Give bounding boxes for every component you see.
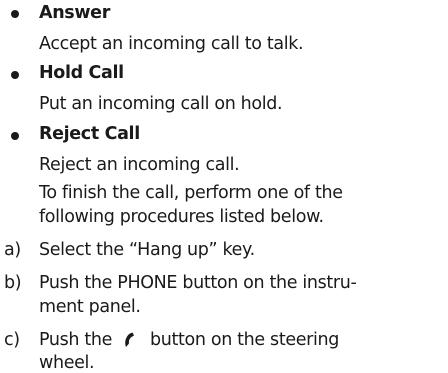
finish-text-line-1: To finish the call, perform one of the xyxy=(39,183,343,203)
finish-text-line-2: following procedures listed below. xyxy=(39,207,324,227)
item-desc-reject-call: Reject an incoming call. xyxy=(39,155,240,175)
item-title-reject-call: Reject Call xyxy=(39,124,140,144)
bullet-dot xyxy=(11,10,19,18)
step-text-b-line-1: Push the PHONE button on the instru- xyxy=(39,273,357,293)
step-text-c-line-1: Push the button on the steering xyxy=(39,330,339,350)
step-marker-b: b) xyxy=(4,273,22,293)
step-marker-c: c) xyxy=(4,330,20,350)
item-desc-answer: Accept an incoming call to talk. xyxy=(39,34,304,54)
bullet-dot xyxy=(11,132,19,140)
step-text-b-line-2: ment panel. xyxy=(39,297,141,317)
step-text-a: Select the “Hang up” key. xyxy=(39,240,255,260)
item-title-hold-call: Hold Call xyxy=(39,63,124,83)
phone-handset-icon xyxy=(120,330,142,348)
item-desc-hold-call: Put an incoming call on hold. xyxy=(39,94,283,114)
step-text-c-before: Push the xyxy=(39,330,113,350)
step-text-c-after: button on the steering xyxy=(150,330,340,350)
item-title-answer: Answer xyxy=(39,3,110,23)
bullet-dot xyxy=(11,71,19,79)
step-marker-a: a) xyxy=(4,240,21,260)
step-text-c-line-2: wheel. xyxy=(39,353,95,373)
